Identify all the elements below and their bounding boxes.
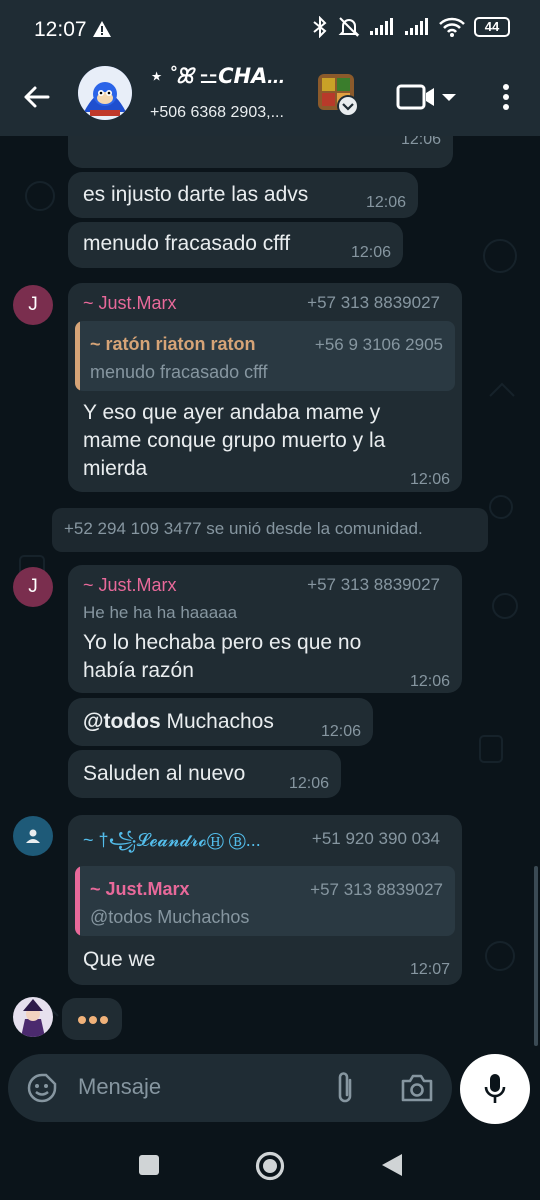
message-bubble[interactable]: ~ Just.Marx +57 313 8839027 ~ ratón riat… [68,283,462,492]
group-avatar[interactable] [78,66,132,120]
status-time: 12:07 [34,18,87,41]
message-bubble[interactable]: es injusto darte las advs 12:06 [68,172,418,218]
sender-phone: +57 313 8839027 [307,293,440,312]
chat-area[interactable]: 12:06 es injusto darte las advs 12:06 me… [0,136,540,1054]
message-time: 12:06 [350,244,391,261]
community-icon[interactable] [316,72,362,120]
default-user-icon [26,829,40,843]
sender-subtitle: He he ha ha haaaaa [83,603,238,622]
quote-sender: ~ Just.Marx [90,879,190,899]
quoted-message[interactable]: ~ Just.Marx +57 313 8839027 @todos Mucha… [75,866,455,936]
signal-2-icon [405,18,428,35]
wifi-icon [439,17,465,37]
back-arrow-icon[interactable] [18,78,56,116]
mute-bell-icon [338,17,360,37]
message-input-placeholder: Mensaje [78,1074,162,1099]
status-bar: 12:07 44 [0,0,540,58]
bluetooth-icon [313,16,327,38]
system-navigation-bar [0,1130,540,1200]
message-time: 12:06 [409,471,450,488]
quote-bar [75,321,80,391]
message-bubble[interactable]: menudo fracasado cfff 12:06 [68,222,403,268]
message-text: es injusto darte las advs [83,183,309,206]
group-title[interactable]: ⋆ ˚ꕤ ⚍𝘾𝙃𝘼... [150,64,285,89]
quote-phone: +56 9 3106 2905 [314,335,443,354]
microphone-icon [484,1074,506,1103]
message-bubble[interactable]: @todos Muchachos 12:06 [68,698,373,746]
message-time: 12:06 [409,673,450,690]
status-icons: 44 [311,16,510,38]
back-nav-icon[interactable] [380,1152,404,1178]
scrollbar[interactable] [534,866,538,1046]
quote-phone: +57 313 8839027 [310,880,443,899]
typing-indicator [62,998,122,1040]
typing-avatar[interactable] [13,997,53,1037]
typing-dots-icon [78,1016,108,1024]
mention[interactable]: @todos [83,710,161,733]
mention-text: Muchachos [160,710,274,733]
message-text: @todos Muchachos [83,708,274,736]
avatar-letter: J [28,576,38,597]
message-bubble[interactable]: Saluden al nuevo 12:06 [68,750,341,798]
message-time: 12:06 [320,723,361,740]
quote-bar [75,866,80,936]
message-time: 12:07 [409,961,450,978]
avatar-letter: J [28,294,38,315]
message-line: Yo lo hechaba pero es que no [83,631,362,654]
warning-icon [93,21,111,37]
sender-phone: +57 313 8839027 [307,575,440,594]
message-line: Y eso que ayer andaba mame y [83,401,381,424]
sender-name[interactable]: ~ Just.Marx [83,575,177,596]
system-message: +52 294 109 3477 se unió desde la comuni… [52,508,488,552]
message-text: Que we [83,948,156,971]
avatar[interactable]: J [13,285,53,325]
voice-message-button[interactable] [460,1054,530,1124]
attach-icon[interactable] [330,1070,360,1106]
battery-level: 44 [484,19,500,34]
message-time: 12:06 [400,136,441,148]
message-text: Saluden al nuevo [83,762,246,785]
sender-name[interactable]: ~ †꧁𝓛𝓮𝓪𝓷𝓭𝓻𝓸Ⓗ Ⓑ... [83,827,261,863]
battery-icon: 44 [474,17,510,37]
avatar[interactable] [13,816,53,856]
message-bubble[interactable]: ~ †꧁𝓛𝓮𝓪𝓷𝓭𝓻𝓸Ⓗ Ⓑ... +51 920 390 034 ~ Just… [68,815,462,985]
home-icon[interactable] [254,1150,286,1182]
message-bubble[interactable]: 12:06 [68,136,453,168]
group-participants[interactable]: +506 6368 2903,... [150,104,284,122]
video-call-icon[interactable] [396,80,460,114]
chat-header: ⋆ ˚ꕤ ⚍𝘾𝙃𝘼... +506 6368 2903,... [0,58,540,136]
message-line: mierda [83,457,148,480]
more-options-icon[interactable] [494,78,518,116]
system-message-text: +52 294 109 3477 se unió desde la comuni… [64,519,423,538]
message-input[interactable]: Mensaje [8,1054,452,1122]
quote-text: menudo fracasado cfff [90,362,268,382]
quoted-message[interactable]: ~ ratón riaton raton +56 9 3106 2905 men… [75,321,455,391]
message-time: 12:06 [365,194,406,211]
sticker-icon[interactable] [26,1072,58,1104]
signal-1-icon [370,18,393,35]
compose-area: Mensaje [0,1054,540,1130]
recents-icon[interactable] [138,1154,160,1176]
message-line: mame conque grupo muerto y la [83,429,386,452]
message-bubble[interactable]: ~ Just.Marx +57 313 8839027 He he ha ha … [68,565,462,693]
sender-name[interactable]: ~ Just.Marx [83,293,177,314]
avatar[interactable]: J [13,567,53,607]
quote-sender: ~ ratón riaton raton [90,334,256,354]
message-text: menudo fracasado cfff [83,232,291,255]
message-line: había razón [83,659,194,682]
camera-icon[interactable] [400,1072,434,1104]
quote-text: @todos Muchachos [90,907,250,927]
message-time: 12:06 [288,775,329,792]
sender-phone: +51 920 390 034 [311,829,440,848]
